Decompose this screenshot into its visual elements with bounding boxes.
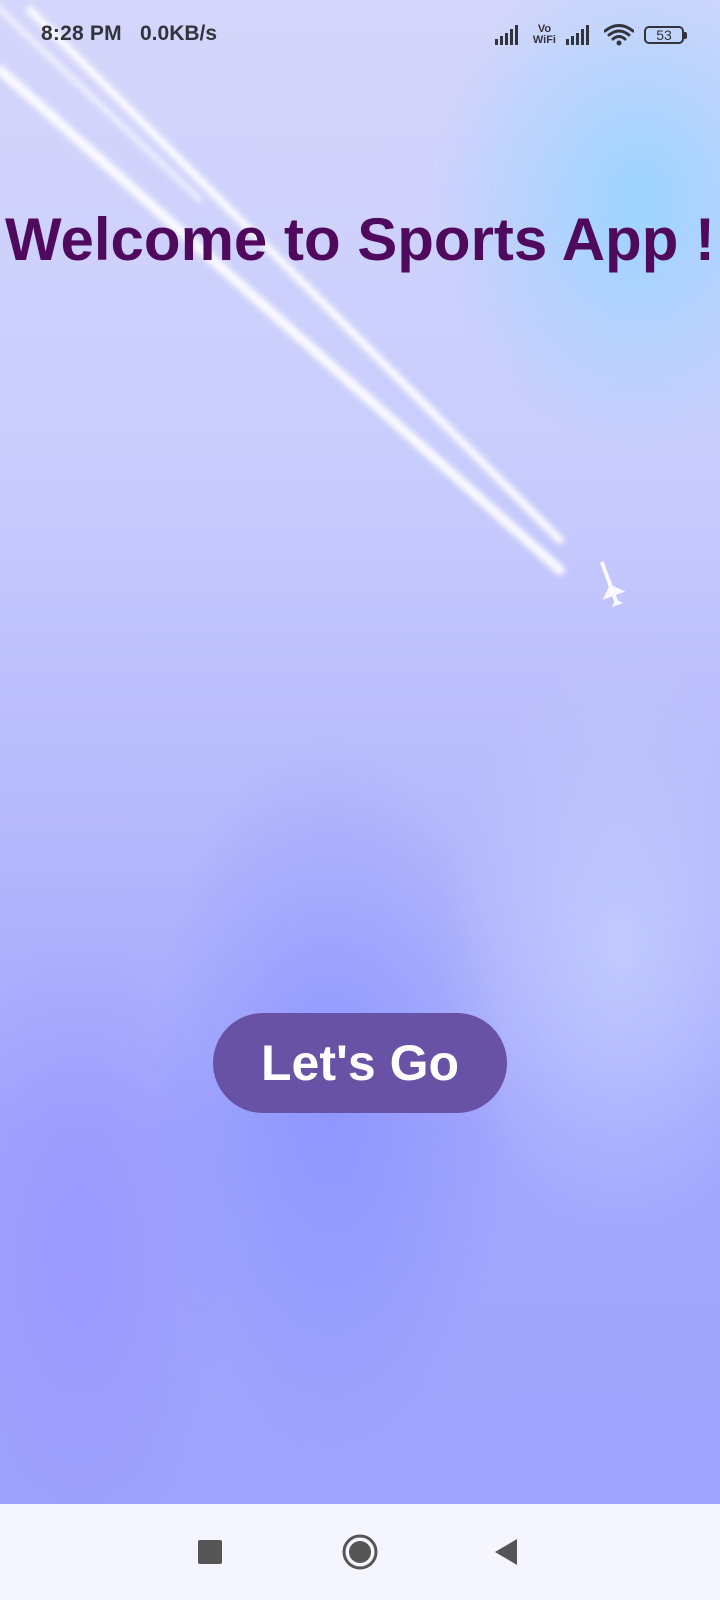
vowifi-icon: Vo WiFi [533,24,556,46]
airplane-icon [599,561,626,608]
contrail-airplane-image [0,5,626,608]
wifi-icon [604,24,634,46]
app-screen: 8:28 PM 0.0KB/s Vo WiFi 53 Welcome to Sp… [0,0,720,1600]
recents-square-icon [198,1540,222,1564]
back-button[interactable] [466,1504,546,1600]
welcome-title: Welcome to Sports App ! [4,206,716,273]
lets-go-button[interactable]: Let's Go [213,1013,507,1113]
home-circle-icon [342,1534,378,1570]
status-bar: 8:28 PM 0.0KB/s Vo WiFi 53 [0,0,720,70]
signal-icon [494,25,518,45]
navigation-bar [0,1504,720,1600]
status-time: 8:28 PM [41,22,122,45]
vowifi-bottom-label: WiFi [532,34,556,46]
back-triangle-icon [495,1539,517,1565]
home-button[interactable] [320,1504,400,1600]
recents-button[interactable] [170,1504,250,1600]
status-icons: Vo WiFi 53 [494,20,687,50]
signal-icon [566,25,589,45]
battery-level: 53 [656,27,672,43]
battery-icon: 53 [644,26,687,44]
network-speed: 0.0KB/s [140,22,218,45]
